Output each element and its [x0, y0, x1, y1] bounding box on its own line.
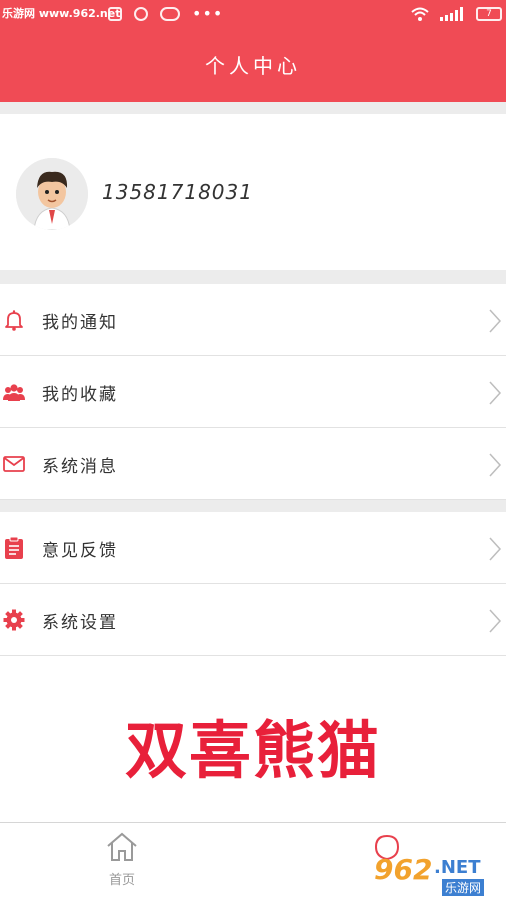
tab-home-label: 首页	[108, 873, 135, 888]
menu-item-notifications[interactable]: 我的通知	[0, 284, 506, 356]
menu-item-feedback[interactable]: 意见反馈	[0, 512, 506, 584]
chevron-right-icon	[489, 381, 502, 405]
page-title: 个人中心	[205, 54, 301, 78]
chevron-right-icon	[489, 309, 502, 333]
divider	[0, 102, 506, 114]
tab-home[interactable]: 首页	[100, 831, 144, 888]
profile-card[interactable]: 13581718031	[0, 114, 506, 270]
watermark-number: 962	[374, 853, 433, 886]
bell-icon	[5, 310, 23, 331]
tab-bar: 首页 962 .NET 乐游网	[0, 822, 506, 900]
watermark-name: 乐游网	[442, 879, 485, 896]
infinity-icon	[160, 7, 180, 21]
home-icon	[107, 832, 137, 861]
menu-item-label: 系统消息	[42, 457, 118, 477]
notification-icon	[108, 7, 122, 21]
chevron-right-icon	[489, 453, 502, 477]
phone-number: 13581718031	[102, 180, 253, 204]
divider	[0, 500, 506, 512]
status-notification-icons: •••	[108, 4, 224, 23]
menu-item-label: 我的收藏	[42, 385, 118, 405]
menu-item-system-messages[interactable]: 系统消息	[0, 428, 506, 500]
gear-icon	[3, 609, 25, 631]
menu-item-label: 系统设置	[42, 613, 118, 633]
status-bar: 乐游网 www.962.net ••• 7	[0, 0, 506, 32]
envelope-icon	[3, 456, 25, 472]
divider	[0, 270, 506, 284]
status-right: 7	[410, 6, 502, 22]
watermark-domain: .NET	[434, 857, 481, 878]
signal-icon	[440, 7, 463, 21]
message-icon	[134, 7, 148, 21]
menu-item-label: 我的通知	[42, 313, 118, 333]
clipboard-icon	[5, 536, 23, 559]
watermark-logo: 962 .NET 乐游网	[372, 853, 502, 897]
battery-icon: 7	[476, 7, 502, 21]
header: 个人中心	[0, 32, 506, 102]
menu-item-settings[interactable]: 系统设置	[0, 584, 506, 656]
watermark-top: 乐游网 www.962.net	[2, 7, 121, 20]
chevron-right-icon	[489, 609, 502, 633]
chevron-right-icon	[489, 537, 502, 561]
users-icon	[3, 384, 25, 401]
avatar[interactable]	[16, 158, 88, 230]
avatar-cartoon-icon	[16, 158, 88, 230]
promo-title: 双喜熊猫	[124, 714, 381, 787]
wifi-icon	[411, 7, 429, 21]
menu-item-label: 意见反馈	[42, 541, 118, 561]
menu-item-favorites[interactable]: 我的收藏	[0, 356, 506, 428]
more-dots: •••	[192, 4, 224, 23]
